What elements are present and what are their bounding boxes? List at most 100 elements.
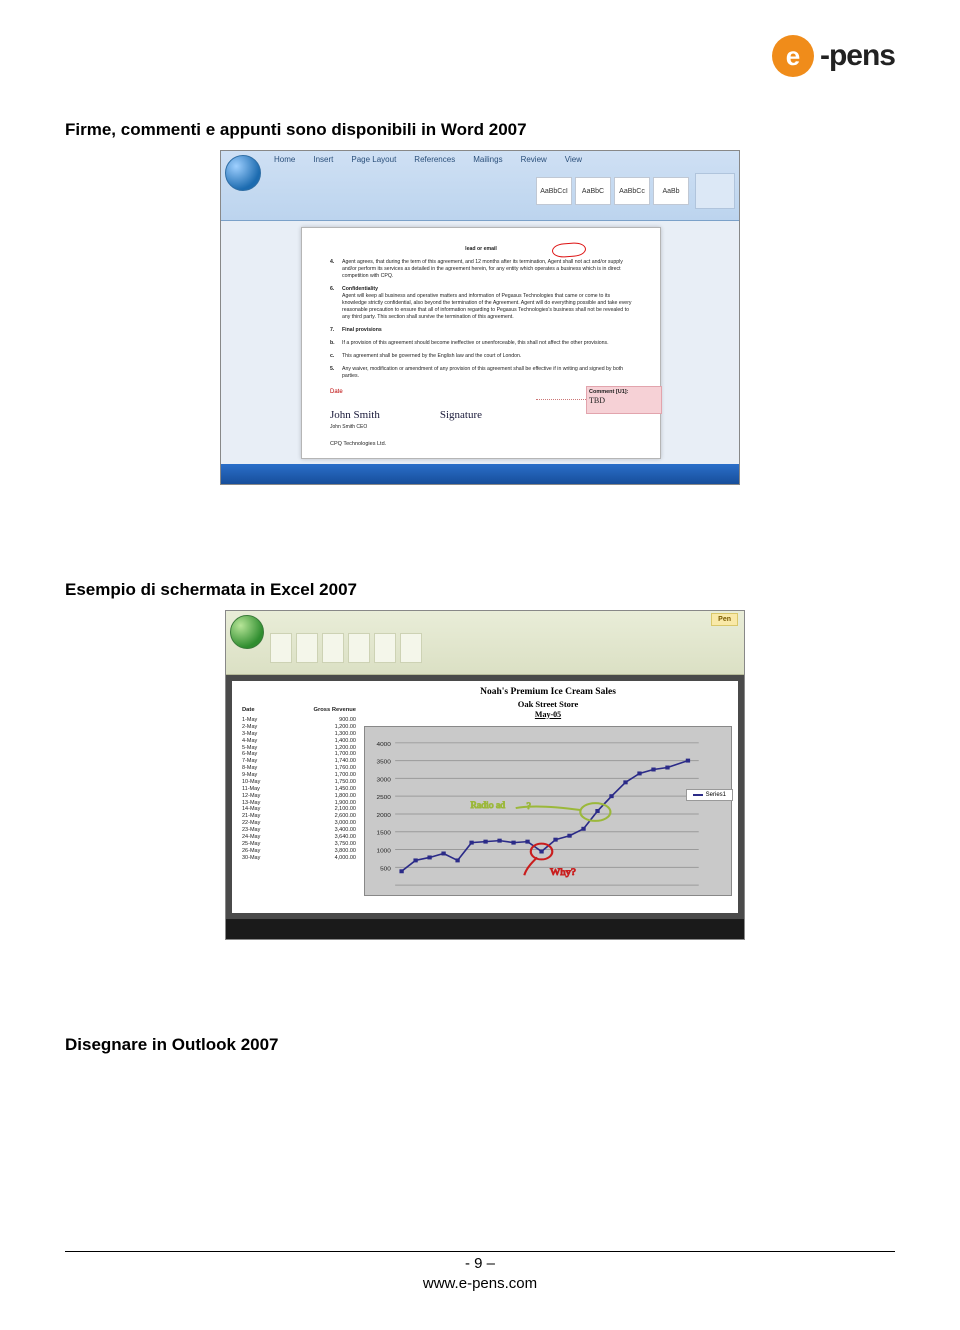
- svg-text:1500: 1500: [376, 829, 391, 836]
- logo-text: -pens: [820, 39, 895, 73]
- comment-text: TBD: [589, 396, 605, 405]
- signature-2: Signature: [440, 408, 482, 423]
- table-row: 13-May1,900.00: [242, 800, 356, 807]
- chart-title: Noah's Premium Ice Cream Sales Oak Stree…: [364, 687, 732, 720]
- tab: Page Layout: [346, 153, 401, 166]
- screenshot-word-2007: Home Insert Page Layout References Maili…: [220, 150, 740, 485]
- chart-legend: Series1: [686, 789, 733, 801]
- comment-label: Comment [U1]:: [589, 389, 628, 395]
- doc-subheading: Final provisions: [342, 327, 382, 333]
- table-row: 26-May3,800.00: [242, 848, 356, 855]
- chart-container: Noah's Premium Ice Cream Sales Oak Stree…: [362, 681, 738, 913]
- tab: Home: [269, 153, 300, 166]
- heading-outlook: Disegnare in Outlook 2007: [65, 1035, 895, 1055]
- doc-para: Agent agrees, that during the term of th…: [342, 259, 632, 280]
- tab: Review: [516, 153, 552, 166]
- svg-text:500: 500: [380, 865, 391, 872]
- doc-para: If a provision of this agreement should …: [342, 340, 609, 347]
- legend-swatch-icon: [693, 794, 703, 796]
- style-swatch: AaBb: [653, 177, 689, 205]
- table-row: 22-May3,000.00: [242, 820, 356, 827]
- signature-1: John Smith: [330, 408, 380, 423]
- ink-annotation-red: Why?: [524, 843, 576, 877]
- ink-circle-annotation: [552, 242, 587, 258]
- comment-connector: [536, 399, 586, 400]
- chart-plot-area: 500 1000 1500 2000 2500 3000 3500 4000: [364, 726, 732, 896]
- svg-text:Radio ad: Radio ad: [470, 801, 505, 811]
- svg-text:4000: 4000: [376, 740, 391, 747]
- windows-taskbar: [221, 464, 739, 484]
- office-button-icon: [230, 615, 264, 649]
- svg-text:2000: 2000: [376, 812, 391, 819]
- col-header: Gross Revenue: [313, 707, 356, 713]
- table-row: 5-May1,200.00: [242, 745, 356, 752]
- table-row: 14-May2,100.00: [242, 806, 356, 813]
- style-swatch: AaBbCcI: [536, 177, 572, 205]
- company-line: CPQ Technologies Ltd.: [330, 441, 632, 448]
- chart-markers: [399, 758, 690, 873]
- ribbon-tabs: Home Insert Page Layout References Maili…: [269, 153, 587, 166]
- table-row: 7-May1,740.00: [242, 758, 356, 765]
- footer-url: www.e-pens.com: [0, 1274, 960, 1294]
- page-number: - 9 –: [0, 1254, 960, 1274]
- table-row: 25-May3,750.00: [242, 841, 356, 848]
- svg-text:Why?: Why?: [550, 867, 576, 878]
- table-row: 4-May1,400.00: [242, 738, 356, 745]
- svg-text:3000: 3000: [376, 776, 391, 783]
- style-swatch: AaBbCc: [614, 177, 650, 205]
- table-row: 12-May1,800.00: [242, 793, 356, 800]
- legend-label: Series1: [706, 792, 726, 798]
- style-gallery: AaBbCcI AaBbC AaBbCc AaBb: [536, 177, 689, 205]
- signature-caption: John Smith CEO: [330, 424, 632, 431]
- chart-date: May-05: [364, 710, 732, 720]
- data-table: Date Gross Revenue 1-May900.002-May1,200…: [232, 681, 362, 913]
- svg-text:2500: 2500: [376, 794, 391, 801]
- table-row: 2-May1,200.00: [242, 724, 356, 731]
- heading-word: Firme, commenti e appunti sono disponibi…: [65, 120, 895, 140]
- doc-para: Any waiver, modification or amendment of…: [342, 366, 632, 380]
- word-ribbon: Home Insert Page Layout References Maili…: [221, 151, 739, 221]
- col-header: Date: [242, 707, 255, 713]
- svg-text:3500: 3500: [376, 758, 391, 765]
- footer-rule: [65, 1251, 895, 1252]
- svg-text:?: ?: [526, 802, 530, 812]
- pen-tab: Pen: [711, 613, 738, 626]
- doc-heading: lead or email: [330, 246, 632, 253]
- style-swatch: AaBbC: [575, 177, 611, 205]
- table-row: 23-May3,400.00: [242, 827, 356, 834]
- ink-annotation-green: Radio ad ?: [470, 801, 610, 821]
- doc-subheading: Confidentiality: [342, 286, 378, 292]
- chart-title-line: Noah's Premium Ice Cream Sales: [480, 687, 616, 697]
- table-row: 3-May1,300.00: [242, 731, 356, 738]
- comment-balloon: Comment [U1]: TBD: [586, 386, 662, 414]
- editing-group: [695, 173, 735, 209]
- table-row: 30-May4,000.00: [242, 855, 356, 862]
- table-row: 10-May1,750.00: [242, 779, 356, 786]
- tab: Insert: [308, 153, 338, 166]
- worksheet: Date Gross Revenue 1-May900.002-May1,200…: [232, 681, 738, 913]
- heading-excel: Esempio di schermata in Excel 2007: [65, 580, 895, 600]
- doc-para: Agent will keep all business and operati…: [342, 293, 632, 320]
- svg-text:1000: 1000: [376, 847, 391, 854]
- windows-taskbar: [226, 919, 744, 939]
- tab: View: [560, 153, 587, 166]
- doc-para: This agreement shall be governed by the …: [342, 353, 521, 360]
- excel-workspace: Date Gross Revenue 1-May900.002-May1,200…: [226, 675, 744, 919]
- table-row: 24-May3,640.00: [242, 834, 356, 841]
- tab: References: [409, 153, 460, 166]
- office-button-icon: [225, 155, 261, 191]
- table-row: 1-May900.00: [242, 717, 356, 724]
- chart-subtitle: Oak Street Store: [364, 699, 732, 710]
- table-row: 21-May2,600.00: [242, 813, 356, 820]
- tab: Mailings: [468, 153, 507, 166]
- logo-icon: e: [772, 35, 814, 77]
- screenshot-excel-2007: Pen Date Gross Revenue 1-May900.002-May1…: [225, 610, 745, 940]
- brand-logo: e -pens: [772, 35, 895, 77]
- y-axis-labels: 500 1000 1500 2000 2500 3000 3500 4000: [376, 740, 391, 871]
- table-row: 11-May1,450.00: [242, 786, 356, 793]
- page-footer: - 9 – www.e-pens.com: [0, 1254, 960, 1295]
- word-document-page: lead or email 4.Agent agrees, that durin…: [301, 227, 661, 459]
- table-row: 9-May1,700.00: [242, 772, 356, 779]
- table-row: 8-May1,760.00: [242, 765, 356, 772]
- ribbon-buttons: [270, 633, 422, 663]
